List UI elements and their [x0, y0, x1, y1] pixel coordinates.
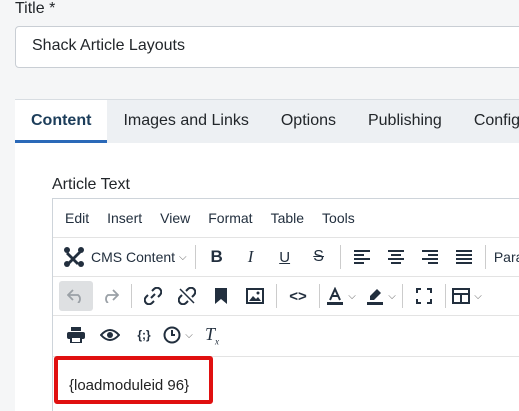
menu-table[interactable]: Table	[262, 210, 313, 226]
align-right-button[interactable]	[413, 242, 447, 272]
align-right-icon	[421, 250, 438, 264]
variables-button[interactable]: {;}	[127, 320, 161, 350]
image-icon	[246, 288, 264, 304]
image-button[interactable]	[238, 281, 272, 311]
underline-button[interactable]: U	[268, 242, 302, 272]
clear-formatting-button[interactable]: Tx	[195, 320, 229, 350]
toolbar-separator	[445, 284, 446, 308]
align-center-icon	[387, 250, 404, 264]
code-icon: <>	[289, 287, 307, 305]
insert-datetime-button[interactable]: ⌵	[161, 320, 195, 350]
toolbar-separator	[402, 284, 403, 308]
bold-icon: B	[210, 247, 223, 266]
bookmark-button[interactable]	[204, 281, 238, 311]
text-color-button[interactable]: ⌵	[324, 281, 358, 311]
fullscreen-icon	[416, 288, 432, 304]
italic-icon: I	[247, 247, 254, 266]
menu-view[interactable]: View	[151, 210, 199, 226]
braces-icon: {;}	[137, 328, 151, 342]
toolbar-row-2: <> ⌵ ⌵ ⌵	[53, 276, 519, 315]
tab-options[interactable]: Options	[265, 100, 352, 143]
toolbar-separator	[319, 284, 320, 308]
table-button[interactable]: ⌵	[450, 281, 484, 311]
undo-button[interactable]	[59, 281, 93, 311]
preview-button[interactable]	[93, 320, 127, 350]
menu-edit[interactable]: Edit	[56, 210, 98, 226]
editor-menubar: Edit Insert View Format Table Tools	[53, 199, 519, 237]
source-code-button[interactable]: <>	[281, 281, 315, 311]
joomla-icon	[63, 246, 85, 268]
toolbar-row-1: CMS Content ⌵ B I U S Para	[53, 237, 519, 276]
toolbar-separator	[276, 284, 277, 308]
link-button[interactable]	[136, 281, 170, 311]
chevron-down-icon: ⌵	[474, 290, 482, 302]
fullscreen-button[interactable]	[407, 281, 441, 311]
align-left-button[interactable]	[345, 242, 379, 272]
redo-icon	[101, 289, 119, 303]
align-left-icon	[353, 250, 370, 264]
eye-icon	[100, 328, 120, 342]
undo-icon	[67, 289, 85, 303]
redo-button[interactable]	[93, 281, 127, 311]
toolbar-separator	[339, 245, 341, 269]
align-justify-icon	[455, 250, 472, 264]
strikethrough-button[interactable]: S	[302, 242, 336, 272]
strikethrough-icon: S	[313, 248, 324, 265]
tab-bar: Content Images and Links Options Publish…	[15, 99, 519, 143]
menu-tools[interactable]: Tools	[313, 210, 364, 226]
print-button[interactable]	[59, 320, 93, 350]
title-input[interactable]: Shack Article Layouts	[15, 26, 519, 68]
unlink-icon	[178, 287, 196, 305]
unlink-button[interactable]	[170, 281, 204, 311]
clear-formatting-icon: Tx	[204, 323, 219, 347]
article-text-label: Article Text	[52, 176, 130, 193]
highlight-color-button[interactable]: ⌵	[364, 281, 398, 311]
underline-icon: U	[279, 248, 291, 266]
cms-content-label: CMS Content	[91, 249, 176, 265]
toolbar-row-3: {;} ⌵ Tx	[53, 315, 519, 354]
bookmark-icon	[215, 288, 227, 304]
chevron-down-icon: ⌵	[388, 290, 396, 302]
chevron-down-icon: ⌵	[179, 251, 187, 263]
paragraph-format-select[interactable]: Para	[490, 242, 519, 272]
cms-content-button[interactable]: CMS Content ⌵	[59, 242, 191, 272]
link-icon	[144, 287, 162, 305]
chevron-down-icon: ⌵	[185, 329, 193, 341]
menu-format[interactable]: Format	[199, 210, 261, 226]
italic-button[interactable]: I	[234, 242, 268, 272]
tab-publishing[interactable]: Publishing	[352, 100, 458, 143]
toolbar-separator	[194, 245, 196, 269]
align-justify-button[interactable]	[447, 242, 481, 272]
menu-insert[interactable]: Insert	[98, 210, 151, 226]
red-highlight-annotation	[54, 356, 213, 404]
chevron-down-icon: ⌵	[348, 290, 356, 302]
bold-button[interactable]: B	[200, 242, 234, 272]
tab-configure[interactable]: Configu	[458, 100, 519, 143]
clock-icon	[163, 326, 181, 344]
title-label: Title *	[15, 0, 56, 17]
toolbar-separator	[484, 245, 486, 269]
print-icon	[67, 327, 85, 343]
text-color-icon	[326, 287, 344, 305]
table-icon	[452, 288, 471, 304]
tab-content[interactable]: Content	[15, 100, 108, 143]
toolbar-separator	[131, 284, 132, 308]
highlighter-icon	[366, 287, 384, 305]
align-center-button[interactable]	[379, 242, 413, 272]
tab-images-and-links[interactable]: Images and Links	[107, 100, 264, 143]
